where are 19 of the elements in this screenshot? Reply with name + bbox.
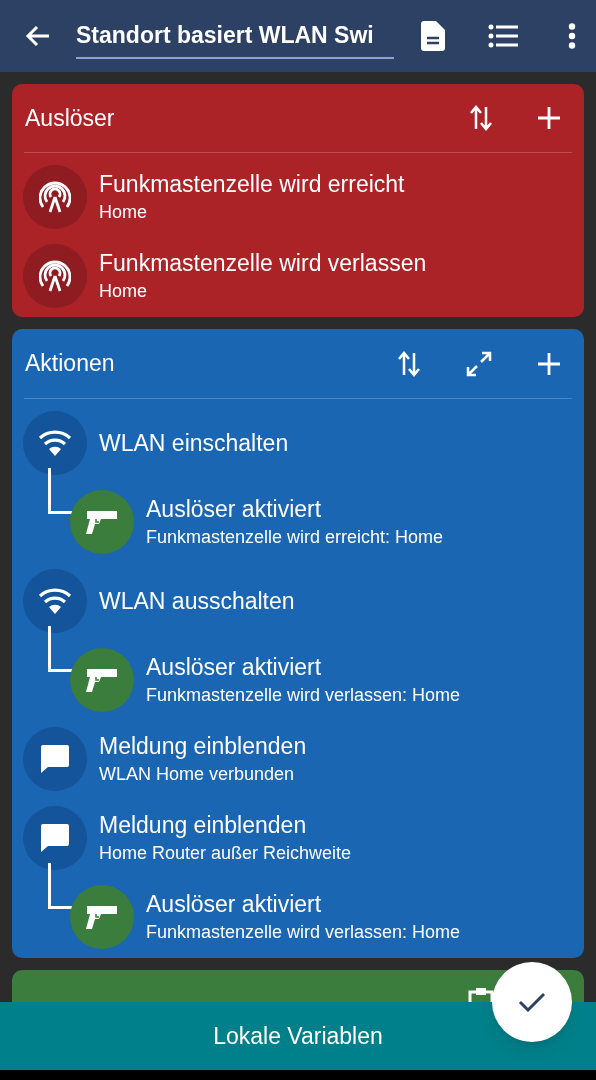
item-subtitle: Home xyxy=(99,279,148,303)
item-title[interactable]: Funkmastenzelle wird erreicht xyxy=(99,168,405,199)
item-title[interactable]: Auslöser aktiviert xyxy=(146,493,444,524)
item-title[interactable]: WLAN ausschalten xyxy=(99,585,295,616)
item-subtitle: Funkmastenzelle wird erreicht: Home xyxy=(146,525,444,549)
item-title[interactable]: Auslöser aktiviert xyxy=(146,888,461,919)
item-title[interactable]: Auslöser aktiviert xyxy=(146,651,461,682)
item-subtitle: Home xyxy=(99,200,148,224)
item-title[interactable]: Meldung einblenden xyxy=(99,730,307,761)
item-title[interactable]: Meldung einblenden xyxy=(99,809,352,840)
item-subtitle: Funkmastenzelle wird verlassen: Home xyxy=(146,683,461,707)
item-title[interactable]: WLAN einschalten xyxy=(99,427,289,458)
section-title: Auslöser xyxy=(24,103,116,133)
item-subtitle: Home Router außer Reichweite xyxy=(99,841,352,865)
section-title: Aktionen xyxy=(24,349,116,379)
item-subtitle: WLAN Home verbunden xyxy=(99,762,296,786)
item-title[interactable]: Funkmastenzelle wird verlassen xyxy=(99,247,427,278)
local-variables-button[interactable]: Lokale Variablen xyxy=(0,1002,596,1070)
item-subtitle: Funkmastenzelle wird verlassen: Home xyxy=(146,920,461,944)
